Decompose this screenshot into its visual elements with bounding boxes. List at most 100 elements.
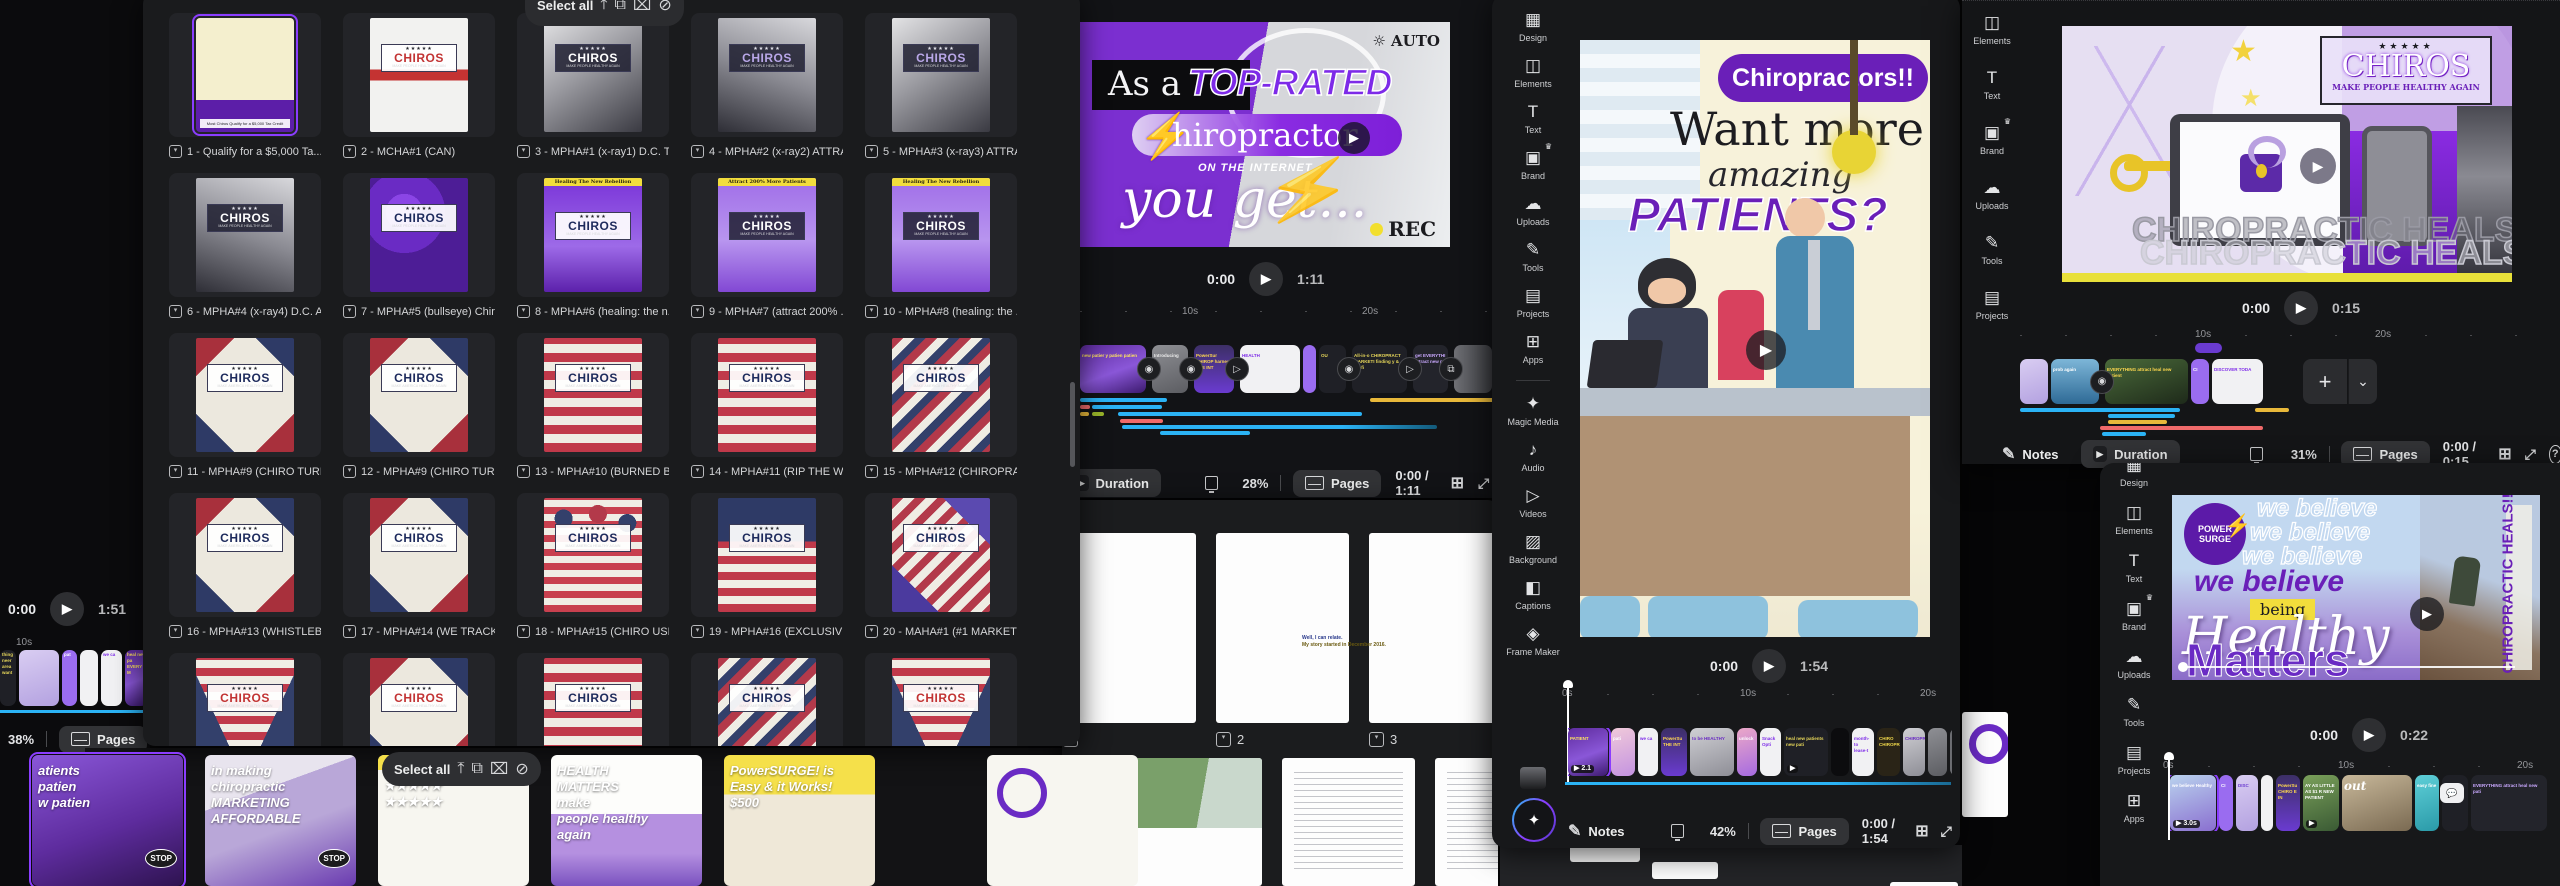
timeline-clip[interactable]: month-to lease-t bbox=[1852, 728, 1874, 776]
grid-view-icon[interactable]: ⊞ bbox=[2498, 444, 2511, 464]
grid-thumbnail-tile[interactable]: Healing The New Rebellion ★★★★★ CHIROS M… bbox=[517, 173, 669, 333]
design-thumbnail[interactable]: in making chiropractic MARKETING AFFORDA… bbox=[205, 755, 356, 886]
tr-play-button[interactable]: ▶ bbox=[2284, 291, 2318, 325]
timeline-clip[interactable]: CHIRO CHIROPRA bbox=[1877, 728, 1900, 776]
timeline-clip[interactable]: HEALTH bbox=[1240, 345, 1300, 393]
device-preview-icon[interactable] bbox=[1671, 824, 1684, 838]
sidebar-item[interactable]: T Text bbox=[2126, 551, 2143, 584]
design-thumbnail[interactable]: atients patien w patien STOP bbox=[32, 755, 183, 886]
sidebar-item[interactable]: ▦ Design bbox=[1519, 10, 1547, 43]
grid-thumbnail-tile[interactable]: ★★★★★ CHIROS MAKE PEOPLE HEALTHY AGAIN ▾… bbox=[865, 13, 1017, 173]
timeline-clip[interactable]: PATIENT▶ 2.1 bbox=[1568, 728, 1608, 776]
br-play-overlay[interactable]: ▶ bbox=[2410, 597, 2444, 631]
hide-icon[interactable]: ⊘ bbox=[515, 759, 528, 779]
timeline-clip[interactable]: PowerSu CHIRO E IN bbox=[2276, 775, 2300, 831]
document-pages-row[interactable]: ▾ ▾2 ▾3 ▾4 bbox=[1063, 533, 1498, 723]
timeline-clip[interactable]: pat bbox=[62, 650, 77, 706]
sidebar-item[interactable]: ◫ Elements bbox=[2115, 503, 2153, 536]
audio-track-bar[interactable] bbox=[1118, 412, 1362, 416]
sidebar-item[interactable]: ▣ ♛ Brand bbox=[2122, 599, 2146, 632]
audio-track-bar[interactable] bbox=[1092, 412, 1104, 416]
sidebar-item[interactable]: ✎ Tools bbox=[2123, 695, 2144, 728]
timeline-clip[interactable]: CI bbox=[2219, 775, 2233, 831]
audio-track-bar[interactable] bbox=[2108, 414, 2175, 418]
device-preview-icon[interactable] bbox=[2250, 447, 2263, 461]
sidebar-item[interactable]: ⊞ Apps bbox=[1523, 332, 1544, 365]
sidebar-item[interactable]: ◫ Elements bbox=[1514, 56, 1552, 89]
sidebar-item[interactable]: ☁ Uploads bbox=[1975, 178, 2008, 211]
timeline-clip[interactable]: we ca bbox=[101, 650, 122, 706]
grid-thumbnail-tile[interactable]: ★★★★★ CHIROS MAKE PEOPLE HEALTHY AGAIN ▾… bbox=[691, 13, 843, 173]
selected-range-pill[interactable] bbox=[2195, 343, 2222, 353]
sidebar-item[interactable]: ◫ Elements bbox=[1973, 13, 2011, 46]
export-icon[interactable]: ⤒ bbox=[457, 760, 464, 778]
transition-icon[interactable]: ◉ bbox=[1179, 357, 1203, 381]
audio-track-bar[interactable] bbox=[1092, 405, 1162, 409]
sidebar-item[interactable]: ▦ Design bbox=[2120, 463, 2148, 488]
canva-assistant-button[interactable]: ✦ bbox=[1512, 798, 1556, 842]
design-thumbnail[interactable]: PowerSURGE! is Easy & it Works! $500 bbox=[724, 755, 875, 886]
grid-thumbnail-tile[interactable]: Most Chiros Qualify for a $5,000 Tax Cre… bbox=[169, 13, 321, 173]
transition-icon[interactable]: ◉ bbox=[1137, 357, 1161, 381]
timeline-clip[interactable] bbox=[1831, 728, 1849, 776]
transition-icon[interactable]: ⧉ bbox=[1439, 357, 1463, 381]
grid-view-icon[interactable]: ⊞ bbox=[1915, 821, 1928, 841]
grid-thumbnail-tile[interactable]: ★★★★★ CHIROS MAKE PEOPLE HEALTHY AGAIN ▾… bbox=[169, 173, 321, 333]
chiro-zoom-level[interactable]: 42% bbox=[1710, 824, 1736, 839]
help-button[interactable]: ? bbox=[2549, 445, 2560, 464]
audio-track-bar[interactable] bbox=[2020, 408, 2180, 412]
grid-thumbnail-tile[interactable]: ★★★★★ CHIROS MAKE AMERICA HEALTHY AGAIN … bbox=[343, 333, 495, 493]
audio-track-bar[interactable] bbox=[1080, 412, 1089, 416]
timeline-clip[interactable]: thing neer area want bbox=[0, 650, 16, 706]
grid-thumbnail-tile[interactable]: ★★★★★ CHIROS MAKE AMERICA HEALTHY AGAIN … bbox=[691, 653, 843, 746]
fullscreen-icon[interactable]: ⤢ bbox=[1478, 475, 1489, 492]
playhead-handle[interactable] bbox=[2164, 752, 2174, 760]
sidebar-item[interactable]: ☁ Uploads bbox=[1516, 194, 1549, 227]
gradient-swatch[interactable] bbox=[1520, 767, 1546, 789]
video-progress-line[interactable] bbox=[2180, 666, 2515, 668]
timeline-clip[interactable] bbox=[1928, 728, 1947, 776]
transition-icon[interactable]: ▷ bbox=[1398, 357, 1422, 381]
audio-track-bar[interactable] bbox=[2100, 426, 2263, 430]
document-page[interactable] bbox=[1282, 758, 1415, 886]
device-preview-icon[interactable] bbox=[1205, 476, 1218, 490]
design-thumbnail[interactable]: HEALTH MATTERS make people healthy again bbox=[551, 755, 702, 886]
timeline-clip[interactable]: DISCOVER TODA bbox=[2212, 359, 2263, 404]
timeline-clip[interactable]: heal new patients new pati▶ bbox=[1784, 728, 1828, 776]
sidebar-item[interactable]: T Text bbox=[1984, 68, 2001, 101]
br-filmstrip[interactable]: we believe Healthy▶ 3.0s CI DISC PowerSu… bbox=[2170, 775, 2560, 831]
chiro-filmstrip[interactable]: PATIENT▶ 2.1 pati we ca PowerSu THE INT … bbox=[1568, 728, 1952, 776]
timeline-clip[interactable]: EVERYTHING attract heal new pati bbox=[2471, 775, 2547, 831]
grid-thumbnail-tile[interactable]: ★★★★★ CHIROS MAKE AMERICA HEALTHY AGAIN … bbox=[865, 653, 1017, 746]
mid-pages-button[interactable]: Pages bbox=[1293, 470, 1381, 497]
timeline-clip[interactable]: CI bbox=[2191, 359, 2209, 404]
grid-thumbnail-tile[interactable]: ★★★★★ CHIROS MAKE AMERICA HEALTHY AGAIN … bbox=[169, 333, 321, 493]
chiro-pages-button[interactable]: Pages bbox=[1760, 818, 1848, 845]
sidebar-item[interactable]: ✎ Tools bbox=[1522, 240, 1543, 273]
sidebar-item[interactable]: ☁ Uploads bbox=[2117, 647, 2150, 680]
sidebar-item[interactable]: ✎ Tools bbox=[1981, 233, 2002, 266]
sidebar-item[interactable]: ♪ Audio bbox=[1521, 440, 1544, 473]
audio-track-bar[interactable] bbox=[2102, 432, 2146, 436]
audio-track-bar[interactable] bbox=[1370, 398, 1500, 402]
grid-thumbnail-tile[interactable]: ★★★★★ CHIROS MAKE PEOPLE HEALTHY AGAIN ▾… bbox=[517, 13, 669, 173]
grid-thumbnail-tile[interactable]: ★★★★★ CHIROS MAKE AMERICA HEALTHY AGAIN … bbox=[691, 493, 843, 653]
playhead-handle[interactable] bbox=[1563, 680, 1573, 688]
timeline-clip[interactable] bbox=[2020, 359, 2048, 404]
grid-thumbnail-tile[interactable]: ★★★★★ CHIROS MAKE AMERICA HEALTHY AGAIN … bbox=[865, 333, 1017, 493]
timeline-clip[interactable]: PowerSu THE INT bbox=[1661, 728, 1687, 776]
sidebar-item[interactable]: ◈ Frame Maker bbox=[1506, 624, 1560, 657]
sidebar-item[interactable]: ◧ Captions bbox=[1515, 578, 1551, 611]
document-page[interactable]: ▾ bbox=[1063, 533, 1196, 747]
document-page[interactable] bbox=[1435, 758, 1498, 886]
chiro-notes-button[interactable]: ✎ Notes bbox=[1568, 815, 1637, 847]
fullscreen-icon[interactable]: ⤢ bbox=[1941, 823, 1952, 840]
grid-thumbnail-tile[interactable]: ★★★★★ CHIROS MAKE AMERICA HEALTHY AGAIN … bbox=[343, 653, 495, 746]
timeline-clip[interactable]: EVERYTHING attract heal new patient bbox=[2105, 359, 2188, 404]
grid-thumbnail-tile[interactable]: ★★★★★ CHIROS MAKE PEOPLE HEALTHY AGAIN ▾… bbox=[343, 173, 495, 333]
audio-track-bar[interactable] bbox=[1080, 405, 1090, 409]
mid-play-button[interactable]: ▶ bbox=[1249, 262, 1283, 296]
grid-thumbnail-tile[interactable]: Attract 200% More Patients ★★★★★ CHIROS … bbox=[691, 173, 843, 333]
add-options-button[interactable]: ⌄ bbox=[2348, 359, 2377, 404]
timeline-clip[interactable]: pati bbox=[1611, 728, 1635, 776]
